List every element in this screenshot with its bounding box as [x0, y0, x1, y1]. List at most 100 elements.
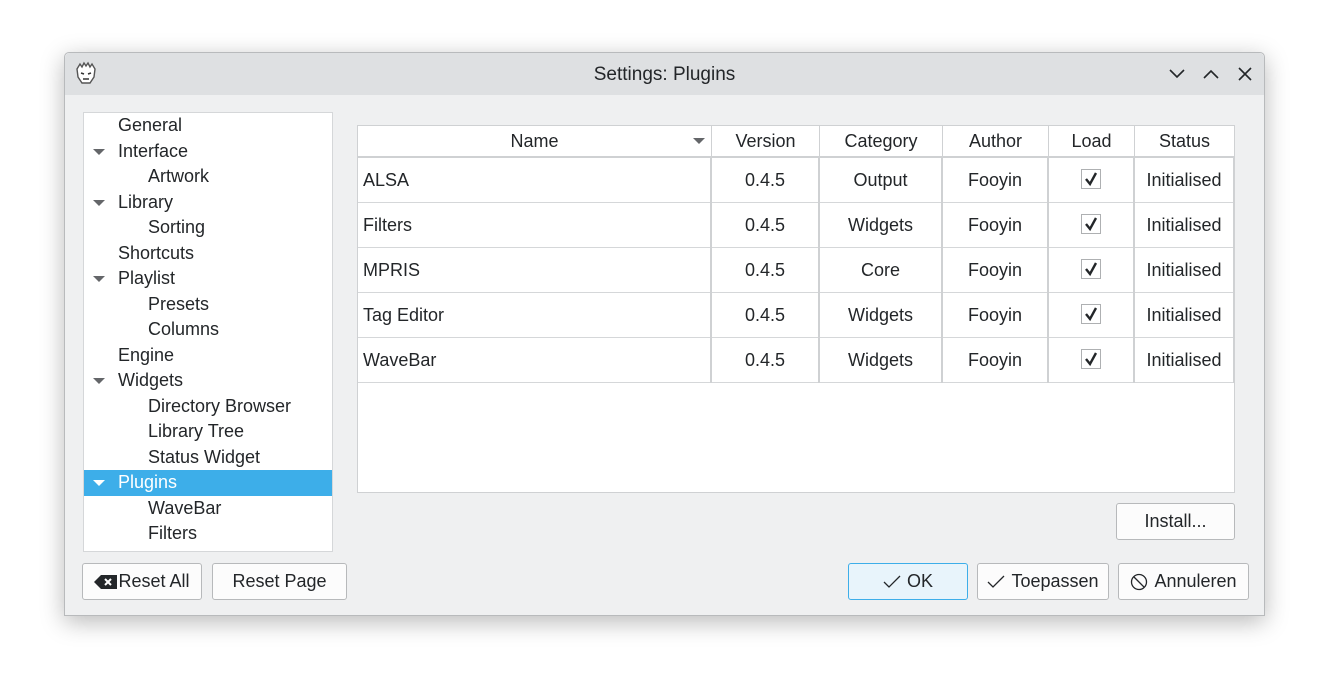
table-row[interactable]: Tag Editor 0.4.5 Widgets Fooyin Initialised	[358, 293, 1234, 338]
cancel-icon	[1131, 573, 1148, 590]
close-icon	[1238, 67, 1252, 81]
tree-item[interactable]: Playlist	[84, 266, 332, 292]
tree-item-label: Engine	[118, 344, 175, 365]
tree-item-label: Status Widget	[148, 446, 261, 467]
table-row[interactable]: MPRIS 0.4.5 Core Fooyin Initialised	[358, 248, 1234, 293]
apply-label: Toepassen	[1011, 571, 1099, 591]
expand-arrow-icon[interactable]	[93, 276, 105, 282]
tree-item[interactable]: Sorting	[84, 215, 332, 241]
column-header-label: Load	[1071, 131, 1112, 151]
tree-item[interactable]: Status Widget	[84, 445, 332, 471]
load-checkbox[interactable]	[1081, 214, 1101, 235]
cell-version: 0.4.5	[712, 203, 820, 248]
column-header-label: Status	[1158, 131, 1211, 151]
close-button[interactable]	[1233, 62, 1257, 86]
cell-status: Initialised	[1135, 338, 1234, 383]
tree-item-label: Sorting	[148, 217, 206, 237]
tree-item[interactable]: Library Tree	[84, 419, 332, 445]
table-row[interactable]: ALSA 0.4.5 Output Fooyin Initialised	[358, 158, 1234, 203]
column-header-label: Name	[510, 131, 559, 151]
cancel-label: Annuleren	[1154, 571, 1237, 591]
expand-arrow-icon[interactable]	[93, 148, 105, 155]
column-header[interactable]: Version	[712, 126, 820, 156]
tree-item[interactable]: Interface	[84, 139, 332, 165]
cell-status: Initialised	[1135, 158, 1234, 203]
cancel-button[interactable]: Annuleren	[1118, 563, 1249, 600]
tree-item-label: Playlist	[118, 268, 176, 288]
cell-author: Fooyin	[943, 248, 1049, 293]
reset-all-label: Reset All	[118, 571, 190, 591]
tree-item[interactable]: Presets	[84, 292, 332, 318]
column-header[interactable]: Author	[943, 126, 1049, 156]
chevron-down-icon	[1169, 69, 1185, 79]
cell-status: Initialised	[1135, 203, 1234, 248]
tree-item-label: Interface	[118, 140, 189, 161]
settings-window: Settings: Plugins General Interface Artwor…	[64, 52, 1265, 616]
tree-item-label: Artwork	[148, 166, 210, 186]
cell-load[interactable]	[1049, 293, 1135, 338]
tree-item-label: Widgets	[118, 370, 184, 390]
load-checkbox[interactable]	[1081, 169, 1101, 190]
cell-load[interactable]	[1049, 158, 1135, 203]
column-header-label: Version	[735, 131, 796, 151]
column-header[interactable]: Name	[358, 126, 712, 156]
tree-item[interactable]: Columns	[84, 317, 332, 343]
plugins-table[interactable]: Name Version Category Author Load Status ALSA…	[357, 125, 1235, 493]
reset-page-button[interactable]: Reset Page	[212, 563, 347, 600]
column-header[interactable]: Category	[820, 126, 943, 156]
check-icon	[1085, 307, 1098, 322]
cell-load[interactable]	[1049, 338, 1135, 383]
load-checkbox[interactable]	[1081, 259, 1101, 280]
load-checkbox[interactable]	[1081, 304, 1101, 325]
settings-tree[interactable]: General Interface Artwork Library Sorting Sho…	[83, 112, 333, 552]
check-icon	[1085, 217, 1098, 232]
apply-button[interactable]: Toepassen	[977, 563, 1109, 600]
maximize-button[interactable]	[1199, 62, 1223, 86]
table-header: Name Version Category Author Load Status	[358, 126, 1234, 158]
tree-item[interactable]: Engine	[84, 343, 332, 369]
tree-item-label: Columns	[148, 319, 220, 339]
cell-version: 0.4.5	[712, 338, 820, 383]
tree-item[interactable]: Widgets	[84, 368, 332, 394]
tree-item-label: Directory Browser	[148, 395, 292, 416]
cell-name: Tag Editor	[358, 293, 712, 338]
tree-item[interactable]: WaveBar	[84, 496, 332, 522]
reset-all-button[interactable]: Reset All	[82, 563, 202, 600]
tree-item[interactable]: Artwork	[84, 164, 332, 190]
install-label: Install...	[1144, 511, 1207, 531]
minimize-button[interactable]	[1165, 62, 1189, 86]
tree-item[interactable]: General	[84, 113, 332, 139]
install-button[interactable]: Install...	[1116, 503, 1235, 540]
tree-item[interactable]: Filters	[84, 521, 332, 547]
table-row[interactable]: Filters 0.4.5 Widgets Fooyin Initialised	[358, 203, 1234, 248]
expand-arrow-icon[interactable]	[93, 480, 105, 486]
tree-item[interactable]: Library	[84, 190, 332, 216]
reset-page-label: Reset Page	[232, 571, 327, 591]
check-icon	[1085, 262, 1098, 277]
check-icon	[1085, 352, 1098, 367]
check-icon	[883, 575, 901, 588]
title-bar: Settings: Plugins	[65, 53, 1264, 95]
cell-load[interactable]	[1049, 203, 1135, 248]
tree-item[interactable]: Plugins	[84, 470, 332, 496]
tree-item[interactable]: Directory Browser	[84, 394, 332, 420]
expand-arrow-icon[interactable]	[93, 199, 105, 206]
sort-indicator-icon	[693, 138, 705, 144]
cell-name: MPRIS	[358, 248, 712, 293]
expand-arrow-icon[interactable]	[93, 378, 105, 384]
window-title: Settings: Plugins	[593, 64, 736, 85]
column-header[interactable]: Status	[1135, 126, 1234, 156]
tree-item-label: Filters	[148, 523, 197, 543]
tree-item-label: Presets	[148, 293, 210, 314]
ok-button[interactable]: OK	[848, 563, 968, 600]
load-checkbox[interactable]	[1081, 349, 1101, 370]
tree-item-label: Library Tree	[148, 421, 245, 441]
column-header-label: Author	[968, 131, 1023, 151]
column-header[interactable]: Load	[1049, 126, 1135, 156]
tree-item-label: Library	[118, 191, 174, 212]
cell-author: Fooyin	[943, 158, 1049, 203]
tree-item[interactable]: Shortcuts	[84, 241, 332, 267]
cell-load[interactable]	[1049, 248, 1135, 293]
cell-author: Fooyin	[943, 203, 1049, 248]
table-row[interactable]: WaveBar 0.4.5 Widgets Fooyin Initialised	[358, 338, 1234, 383]
